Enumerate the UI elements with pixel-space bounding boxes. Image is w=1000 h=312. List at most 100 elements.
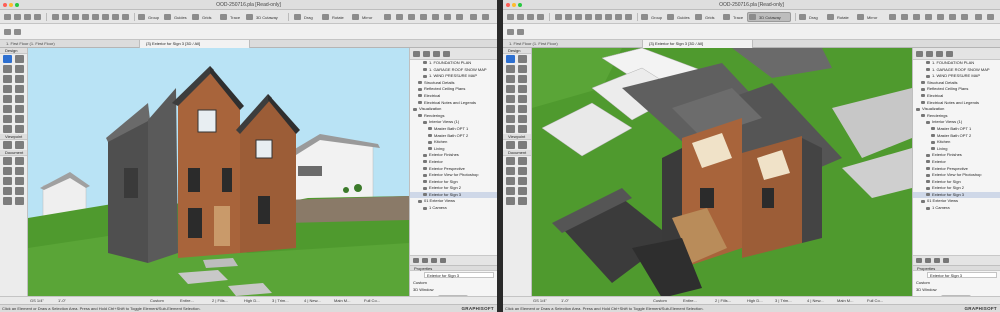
guides-icon[interactable]: [667, 14, 674, 20]
navigator-item[interactable]: Exterior for Sign: [913, 179, 1000, 186]
rotate-button[interactable]: Rotate: [332, 15, 344, 20]
roof-tool-icon[interactable]: [3, 85, 12, 93]
clone-icon[interactable]: [422, 258, 428, 263]
mirror-icon[interactable]: [857, 14, 864, 20]
redo-icon[interactable]: [537, 14, 544, 20]
intersect-icon[interactable]: [949, 14, 956, 20]
arrow-icon[interactable]: [507, 14, 514, 20]
navigator-item[interactable]: 1. FOUNDATION PLAN: [913, 60, 1000, 67]
publisher-icon[interactable]: [443, 51, 450, 57]
navigator-item[interactable]: Exterior Finishes: [913, 152, 1000, 159]
layer-icon[interactable]: [625, 14, 632, 20]
cutaway-icon[interactable]: [246, 14, 253, 20]
slab-tool-icon[interactable]: [15, 75, 24, 83]
section-tool-icon[interactable]: [518, 141, 527, 149]
marquee-icon[interactable]: [517, 14, 524, 20]
navigator-item[interactable]: Exterior: [913, 159, 1000, 166]
navigator-item[interactable]: Living: [913, 146, 1000, 153]
object-tool-icon[interactable]: [506, 125, 515, 133]
rotate-icon[interactable]: [827, 14, 834, 20]
shell-tool-icon[interactable]: [518, 85, 527, 93]
navigator-item[interactable]: Electrical Notes and Legends: [410, 100, 497, 107]
beam-tool-icon[interactable]: [506, 75, 515, 83]
toolbox-section-document[interactable]: Document: [0, 150, 27, 156]
drag-button[interactable]: Drag: [809, 15, 818, 20]
navigator-item[interactable]: Master Bath OPT 1: [913, 126, 1000, 133]
navigator-item[interactable]: Exterior: [410, 159, 497, 166]
arrow-tool-icon[interactable]: [506, 55, 515, 63]
new-folder-icon[interactable]: [413, 258, 419, 263]
toolbox-section-design[interactable]: Design: [0, 48, 27, 54]
resize-icon[interactable]: [408, 14, 415, 20]
grids-button[interactable]: Grids: [202, 15, 212, 20]
3d-model-view[interactable]: [28, 48, 409, 304]
marquee-icon[interactable]: [14, 14, 21, 20]
redo-icon[interactable]: [34, 14, 41, 20]
settings-icon[interactable]: [440, 258, 446, 263]
wall-tool-icon[interactable]: [3, 65, 12, 73]
window-icon[interactable]: [987, 14, 994, 20]
navigator-item[interactable]: 1. WIND PRESSURE MAP: [913, 73, 1000, 80]
navigator-item[interactable]: Exterior Perspective: [410, 166, 497, 173]
pencil-icon[interactable]: [112, 14, 119, 20]
level-tool-icon[interactable]: [518, 157, 527, 165]
navigator-item[interactable]: 1. FOUNDATION PLAN: [410, 60, 497, 67]
mirror-button[interactable]: Mirror: [867, 15, 877, 20]
navigator-item[interactable]: Exterior for Sign 2: [410, 185, 497, 192]
navigator-item[interactable]: Exterior for Sign 3: [410, 191, 497, 199]
navigator-item[interactable]: Living: [410, 146, 497, 153]
roof-tool-icon[interactable]: [506, 85, 515, 93]
3d-cutaway-view[interactable]: [532, 48, 912, 304]
resize-icon[interactable]: [913, 14, 920, 20]
split-icon[interactable]: [925, 14, 932, 20]
window-tool-icon[interactable]: [518, 95, 527, 103]
zone-tool-icon[interactable]: [3, 115, 12, 123]
arrow-icon[interactable]: [4, 14, 11, 20]
navigator-item[interactable]: Structural Details: [410, 80, 497, 87]
stretch-icon[interactable]: [901, 14, 908, 20]
drawing-tool-icon[interactable]: [506, 197, 515, 205]
guides-icon[interactable]: [164, 14, 171, 20]
orbit-icon[interactable]: [82, 14, 89, 20]
stair-tool-icon[interactable]: [3, 105, 12, 113]
adjust-icon[interactable]: [937, 14, 944, 20]
navigator-item[interactable]: 1. WIND PRESSURE MAP: [410, 73, 497, 80]
pencil-icon[interactable]: [615, 14, 622, 20]
navigator-item[interactable]: Electrical Notes and Legends: [913, 100, 1000, 107]
toolbox-section-design[interactable]: Design: [503, 48, 531, 54]
trace-icon[interactable]: [723, 14, 730, 20]
fillet-icon[interactable]: [456, 14, 463, 20]
layout-book-icon[interactable]: [433, 51, 440, 57]
marquee-tool-icon[interactable]: [518, 55, 527, 63]
drag-icon[interactable]: [799, 14, 806, 20]
layer-icon[interactable]: [122, 14, 129, 20]
new-folder-icon[interactable]: [916, 258, 922, 263]
drawing-tool-icon[interactable]: [3, 197, 12, 205]
split-icon[interactable]: [420, 14, 427, 20]
zoom-in-icon[interactable]: [555, 14, 562, 20]
elevate-icon[interactable]: [889, 14, 896, 20]
guides-button[interactable]: Guides: [677, 15, 690, 20]
trace-icon[interactable]: [220, 14, 227, 20]
selection-method-icon[interactable]: [517, 29, 524, 35]
navigator-item[interactable]: 1 Camera: [913, 205, 1000, 212]
navigator-item[interactable]: Reflected Ceiling Plans: [410, 86, 497, 93]
grids-icon[interactable]: [695, 14, 702, 20]
navigator-item[interactable]: Exterior Perspective: [913, 166, 1000, 173]
mirror-icon[interactable]: [352, 14, 359, 20]
toolbox-section-viewpoint[interactable]: Viewpoint: [503, 134, 531, 140]
navigator-item[interactable]: Master Bath OPT 2: [913, 133, 1000, 140]
arc-tool-icon[interactable]: [506, 187, 515, 195]
dimension-tool-icon[interactable]: [506, 157, 515, 165]
figure-tool-icon[interactable]: [15, 197, 24, 205]
search-icon[interactable]: [470, 14, 477, 20]
measure-icon[interactable]: [605, 14, 612, 20]
zone-tool-icon[interactable]: [506, 115, 515, 123]
3d-viewport[interactable]: [28, 48, 409, 304]
text-tool-icon[interactable]: [506, 167, 515, 175]
group-icon[interactable]: [641, 14, 648, 20]
delete-icon[interactable]: [431, 258, 437, 263]
project-map-icon[interactable]: [916, 51, 923, 57]
navigator-item[interactable]: 01 Exterior Views: [913, 198, 1000, 205]
railing-tool-icon[interactable]: [15, 105, 24, 113]
